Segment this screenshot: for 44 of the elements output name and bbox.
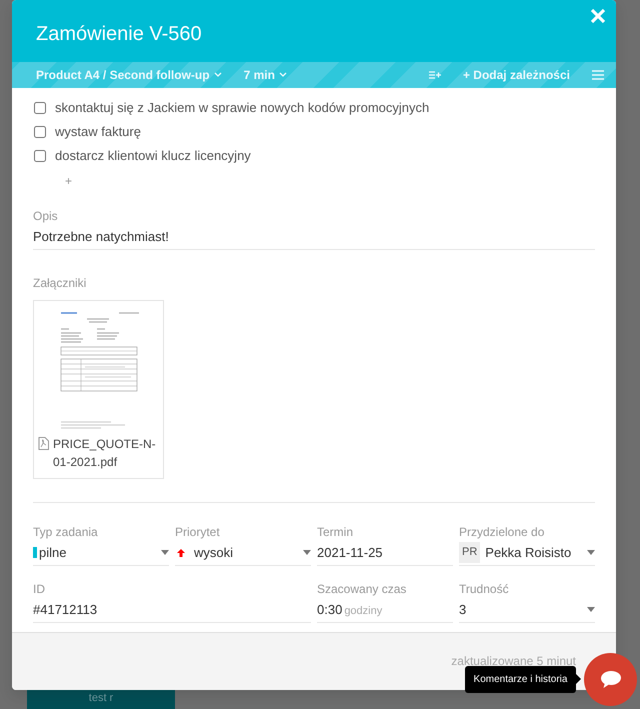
- field-label: Priorytet: [175, 524, 221, 540]
- field-label: Przydzielone do: [459, 524, 546, 540]
- caret-icon: [587, 550, 595, 555]
- field-label: Załączniki: [33, 274, 88, 292]
- field-label: Typ zadania: [33, 524, 99, 540]
- caret-icon: [587, 607, 595, 612]
- close-button[interactable]: [588, 6, 608, 26]
- unit-label: godziny: [344, 604, 382, 619]
- tooltip: Komentarze i historia: [465, 666, 576, 693]
- checklist-item: dostarcz klientowi klucz licencyjny: [55, 147, 251, 166]
- field-label: Trudność: [459, 580, 510, 598]
- field-value: pilne: [39, 544, 66, 562]
- caret-icon: [303, 550, 311, 555]
- dropdown-field[interactable]: wysoki: [175, 540, 311, 566]
- checklist-item: skontaktuj się z Jackiem w sprawie nowych kodów promocyjnych: [55, 99, 430, 118]
- field-label: Termin: [317, 524, 354, 540]
- dropdown-field[interactable]: 3: [459, 598, 595, 622]
- field-label: Szacowany czas: [317, 580, 408, 598]
- field-value: wysoki: [194, 544, 234, 562]
- checkbox[interactable]: [34, 150, 46, 162]
- dropdown-field[interactable]: PR Pekka Roisisto: [459, 540, 595, 566]
- text-field[interactable]: 2021-11-25: [317, 540, 453, 566]
- dropdown-field[interactable]: pilne: [33, 540, 169, 566]
- text-field[interactable]: #41712113: [33, 598, 311, 622]
- avatar-initials: PR: [459, 542, 480, 563]
- field-label: ID: [33, 580, 46, 598]
- caret-icon: [161, 550, 169, 555]
- chevron-down-icon: [278, 72, 287, 78]
- checklist-item: wystaw fakturę: [55, 123, 141, 142]
- checkbox[interactable]: [34, 126, 46, 138]
- field-label: Opis: [33, 208, 59, 224]
- checkbox[interactable]: [34, 102, 46, 114]
- speech-bubble-icon: [600, 670, 622, 689]
- field-value: 0:30: [317, 600, 342, 619]
- chevron-down-icon: [214, 72, 222, 78]
- field-value: 3: [459, 600, 466, 619]
- field-value: Pekka Roisisto: [485, 544, 572, 562]
- file-name: PRICE_QUOTE-N-01-2021.pdf: [53, 436, 157, 470]
- card-background: test r: [27, 690, 175, 709]
- pdf-file-icon: [38, 436, 49, 450]
- description-text: Potrzebne natychmiast!: [33, 224, 595, 250]
- dialog-title: Zamówienie V-560: [36, 22, 203, 46]
- duration-field[interactable]: 0:30 godziny: [317, 598, 453, 622]
- attachment-card[interactable]: PRICE_QUOTE-N-01-2021.pdf: [33, 300, 164, 478]
